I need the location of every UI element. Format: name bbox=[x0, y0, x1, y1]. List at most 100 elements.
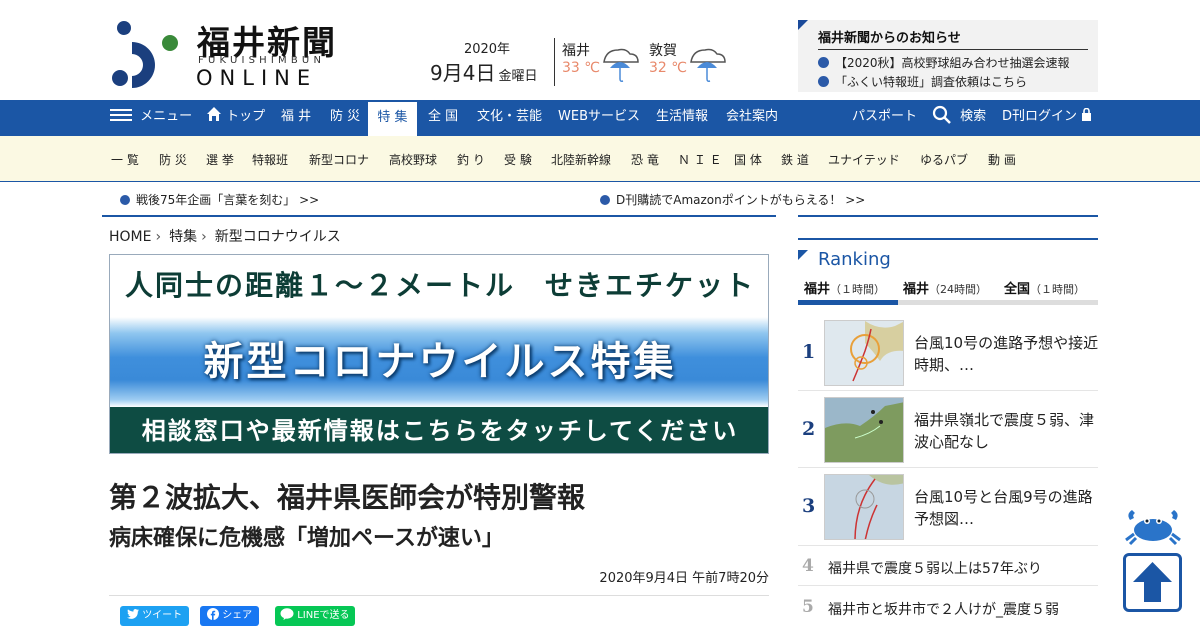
site-header: 福井新聞 FUKUISHIMBUN ONLINE 2020年 9月4日 金曜日 福… bbox=[0, 0, 1200, 100]
search-button[interactable]: 検索 bbox=[932, 100, 986, 136]
main-topline bbox=[102, 215, 776, 217]
dkan-login[interactable]: D刊ログイン bbox=[1002, 100, 1092, 136]
subnav-item[interactable]: 一 覧 bbox=[111, 151, 139, 168]
tab-name: 福井 bbox=[903, 282, 930, 297]
article-headline: 第２波拡大、福井県医師会が特別警報 bbox=[109, 481, 586, 514]
rank-thumbnail[interactable] bbox=[824, 397, 904, 463]
nav-web-service[interactable]: WEBサービス bbox=[558, 100, 640, 136]
rank-thumbnail[interactable] bbox=[824, 320, 904, 386]
tab-period: （24時間） bbox=[929, 283, 988, 296]
logo-mark-icon[interactable] bbox=[110, 20, 180, 90]
notice-item[interactable]: 「ふくい特報班」調査依頼はこちら bbox=[818, 73, 1027, 90]
nav-kaisha[interactable]: 会社案内 bbox=[726, 100, 778, 136]
subnav-item[interactable]: 新型コロナ bbox=[309, 151, 369, 168]
ranking-tab-fukui-1h[interactable]: 福井（１時間） bbox=[804, 278, 885, 297]
corona-banner[interactable]: 人同士の距離１～２メートル せきエチケット 新型コロナウイルス特集 相談窓口や最… bbox=[109, 254, 769, 454]
sub-nav: 一 覧 防 災 選 挙 特報班 新型コロナ 高校野球 釣 り 受 験 北陸新幹線… bbox=[0, 136, 1200, 182]
facebook-share-label: シェア bbox=[222, 610, 253, 621]
nav-bousai[interactable]: 防 災 bbox=[330, 100, 360, 136]
subnav-item[interactable]: 釣 り bbox=[457, 151, 485, 168]
ticker-item[interactable]: 戦後75年企画「言葉を刻む」 >> bbox=[120, 191, 319, 208]
subnav-item[interactable]: 特報班 bbox=[252, 151, 288, 168]
rank-separator bbox=[798, 467, 1098, 468]
line-share-label: LINEで送る bbox=[297, 610, 350, 621]
tab-period: （１時間） bbox=[830, 283, 886, 296]
date-weekday: 金曜日 bbox=[498, 69, 538, 84]
bullet-icon bbox=[818, 76, 829, 87]
subnav-item[interactable]: 高校野球 bbox=[389, 151, 437, 168]
subnav-item[interactable]: 受 験 bbox=[504, 151, 532, 168]
ticker: 戦後75年企画「言葉を刻む」 >> D刊購読でAmazonポイントがもらえる！ … bbox=[0, 182, 1200, 214]
nav-seikatsu[interactable]: 生活情報 bbox=[656, 100, 708, 136]
ranking-tab-fukui-24h[interactable]: 福井（24時間） bbox=[903, 278, 987, 297]
rank-headline[interactable]: 台風10号の進路予想や接近時期、… bbox=[914, 332, 1104, 376]
subnav-item[interactable]: ゆるパブ bbox=[920, 151, 968, 168]
notice-item[interactable]: 【2020秋】高校野球組み合わせ抽選会速報 bbox=[818, 54, 1070, 71]
rank-headline[interactable]: 福井県嶺北で震度５弱、津波心配なし bbox=[914, 409, 1104, 453]
page-top-button[interactable] bbox=[1123, 553, 1182, 612]
earthquake-map-image bbox=[825, 398, 903, 462]
rank-headline[interactable]: 福井市と坂井市で２人けが_震度５弱 bbox=[828, 599, 1059, 619]
chevron-right-icon: › bbox=[201, 229, 207, 245]
notice-item-label: 【2020秋】高校野球組み合わせ抽選会速報 bbox=[835, 56, 1070, 70]
bullet-icon bbox=[818, 57, 829, 68]
ranking-tab-indicator bbox=[798, 300, 898, 305]
main-nav: メニュー トップ 福 井 防 災 特 集 全 国 文化・芸能 WEBサービス 生… bbox=[0, 100, 1200, 136]
search-icon bbox=[932, 105, 951, 124]
nav-bunka[interactable]: 文化・芸能 bbox=[477, 100, 542, 136]
facebook-share-button[interactable]: シェア bbox=[200, 606, 260, 626]
rank-number: 2 bbox=[802, 418, 816, 440]
article-date: 2020年9月4日 午前7時20分 bbox=[599, 571, 769, 586]
tab-period: （１時間） bbox=[1030, 283, 1086, 296]
line-share-button[interactable]: LINEで送る bbox=[275, 606, 355, 626]
logo-subtitle: FUKUISHIMBUN bbox=[198, 55, 326, 66]
nav-fukui[interactable]: 福 井 bbox=[281, 100, 311, 136]
article-subhead: 病床確保に危機感「増加ペースが速い」 bbox=[109, 526, 504, 551]
lock-icon bbox=[1082, 107, 1092, 121]
weather-fukui[interactable]: 福井 33 ℃ bbox=[562, 40, 600, 76]
breadcrumb-home[interactable]: HOME bbox=[109, 229, 151, 245]
subnav-item[interactable]: Ｎ Ｉ Ｅ bbox=[678, 151, 722, 168]
nav-label: トップ bbox=[226, 109, 266, 124]
breadcrumb-tokushu[interactable]: 特集 bbox=[169, 229, 197, 245]
subnav-item[interactable]: 恐 竜 bbox=[631, 151, 659, 168]
nav-zenkoku[interactable]: 全 国 bbox=[428, 100, 458, 136]
rank-number: 1 bbox=[802, 341, 816, 363]
rank-headline[interactable]: 台風10号と台風9号の進路予想図… bbox=[914, 486, 1104, 530]
rank-number: 3 bbox=[802, 495, 816, 517]
passport-link[interactable]: パスポート bbox=[852, 100, 917, 136]
rank-separator bbox=[798, 545, 1098, 546]
tab-name: 福井 bbox=[804, 282, 831, 297]
bullet-icon bbox=[600, 195, 610, 205]
tweet-label: ツイート bbox=[142, 610, 183, 621]
nav-top[interactable]: トップ bbox=[206, 100, 265, 136]
menu-button[interactable]: メニュー bbox=[110, 100, 192, 136]
subnav-item[interactable]: 選 挙 bbox=[206, 151, 234, 168]
rank-number: 5 bbox=[802, 597, 814, 617]
weather-city: 敦賀 bbox=[649, 43, 677, 59]
ticker-item[interactable]: D刊購読でAmazonポイントがもらえる！ >> bbox=[600, 191, 865, 208]
divider bbox=[109, 595, 769, 596]
typhoon-map-image bbox=[825, 321, 903, 385]
tweet-button[interactable]: ツイート bbox=[120, 606, 190, 626]
ranking-tab-zenkoku-1h[interactable]: 全国（１時間） bbox=[1004, 278, 1085, 297]
rank-separator bbox=[798, 585, 1098, 586]
subnav-item[interactable]: 防 災 bbox=[159, 151, 187, 168]
date-year: 2020年 bbox=[463, 42, 511, 57]
weather-tsuruga[interactable]: 敦賀 32 ℃ bbox=[649, 40, 687, 76]
rank-headline[interactable]: 福井県で震度５弱以上は57年ぶり bbox=[828, 558, 1042, 578]
subnav-item[interactable]: 国 体 bbox=[734, 151, 762, 168]
weather-temp: 33 ℃ bbox=[562, 60, 600, 76]
nav-tokushu[interactable]: 特 集 bbox=[368, 100, 417, 136]
subnav-item[interactable]: ユナイテッド bbox=[828, 151, 900, 168]
date-day: 9月4日 bbox=[430, 61, 496, 85]
subnav-item[interactable]: 北陸新幹線 bbox=[551, 151, 611, 168]
rank-thumbnail[interactable] bbox=[824, 474, 904, 540]
rank-separator bbox=[798, 390, 1098, 391]
date-display: 9月4日 金曜日 bbox=[430, 57, 537, 86]
breadcrumb: HOME › 特集 › 新型コロナウイルス bbox=[109, 226, 341, 246]
umbrella-rain-icon bbox=[690, 48, 726, 82]
subnav-item[interactable]: 動 画 bbox=[988, 151, 1016, 168]
subnav-item[interactable]: 鉄 道 bbox=[781, 151, 809, 168]
typhoon-forecast-image bbox=[825, 475, 903, 539]
